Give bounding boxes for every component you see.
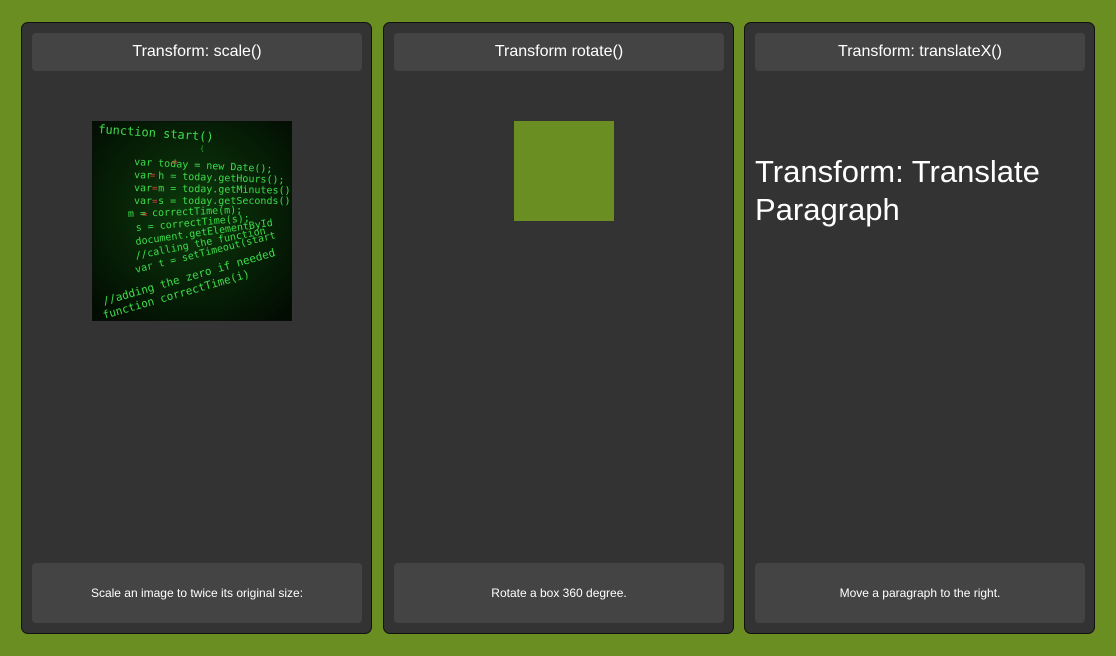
svg-text:=: = [152, 184, 158, 194]
rotate-card: Transform rotate() Rotate a box 360 degr… [383, 22, 734, 634]
scale-card: Transform: scale() function start() { va… [21, 22, 372, 634]
code-image: function start() { var today = new Date(… [92, 121, 292, 321]
svg-text:=: = [152, 197, 158, 207]
svg-text:=: = [150, 171, 156, 181]
svg-text:=: = [172, 158, 178, 168]
translate-card-caption: Move a paragraph to the right. [755, 563, 1085, 623]
svg-text:{: { [200, 145, 204, 153]
translate-card: Transform: translateX() Transform: Trans… [744, 22, 1095, 634]
rotate-box [514, 121, 614, 221]
scale-card-title: Transform: scale() [32, 33, 362, 71]
translate-card-title: Transform: translateX() [755, 33, 1085, 71]
svg-text:=: = [142, 210, 148, 220]
scale-card-caption: Scale an image to twice its original siz… [32, 563, 362, 623]
translate-paragraph: Transform: Translate Paragraph [755, 154, 1040, 227]
page: Transform: scale() function start() { va… [0, 0, 1116, 656]
code-screen-graphic: function start() { var today = new Date(… [92, 121, 292, 321]
rotate-card-title: Transform rotate() [394, 33, 724, 71]
rotate-card-caption: Rotate a box 360 degree. [394, 563, 724, 623]
